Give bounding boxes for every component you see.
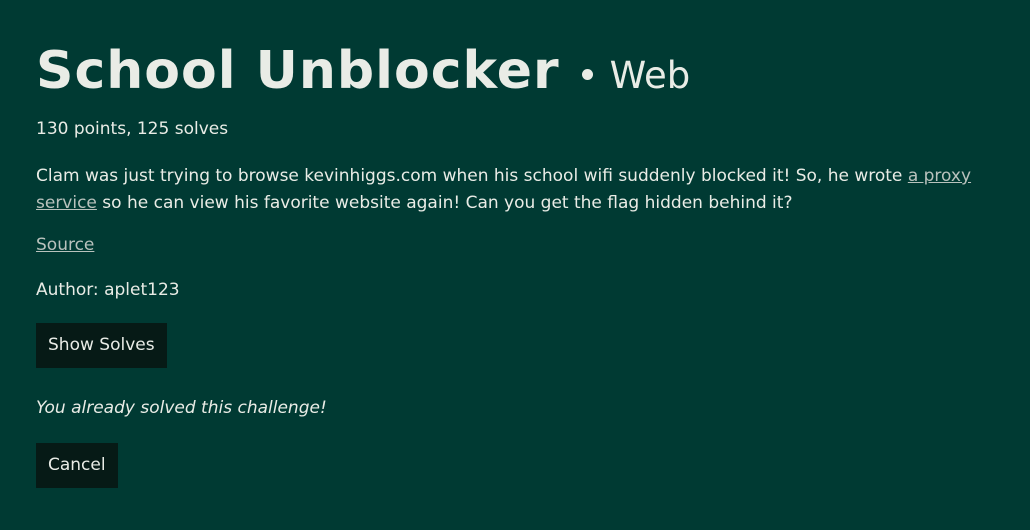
description-text-2: so he can view his favorite website agai…: [96, 193, 793, 213]
challenge-description: Clam was just trying to browse kevinhigg…: [36, 163, 996, 217]
challenge-panel: School Unblocker Web 130 points, 125 sol…: [36, 40, 996, 488]
title-row: School Unblocker Web: [36, 40, 996, 102]
description-text-1: Clam was just trying to browse kevinhigg…: [36, 166, 908, 186]
solved-message: You already solved this challenge!: [36, 398, 327, 418]
author: Author: aplet123: [36, 280, 180, 300]
separator-dot-icon: [581, 69, 593, 80]
source-link[interactable]: Source: [36, 234, 94, 256]
show-solves-button[interactable]: Show Solves: [36, 323, 167, 368]
cancel-button[interactable]: Cancel: [36, 443, 118, 488]
points-solves: 130 points, 125 solves: [36, 119, 229, 139]
challenge-title: School Unblocker: [36, 41, 560, 101]
challenge-category: Web: [609, 54, 691, 97]
